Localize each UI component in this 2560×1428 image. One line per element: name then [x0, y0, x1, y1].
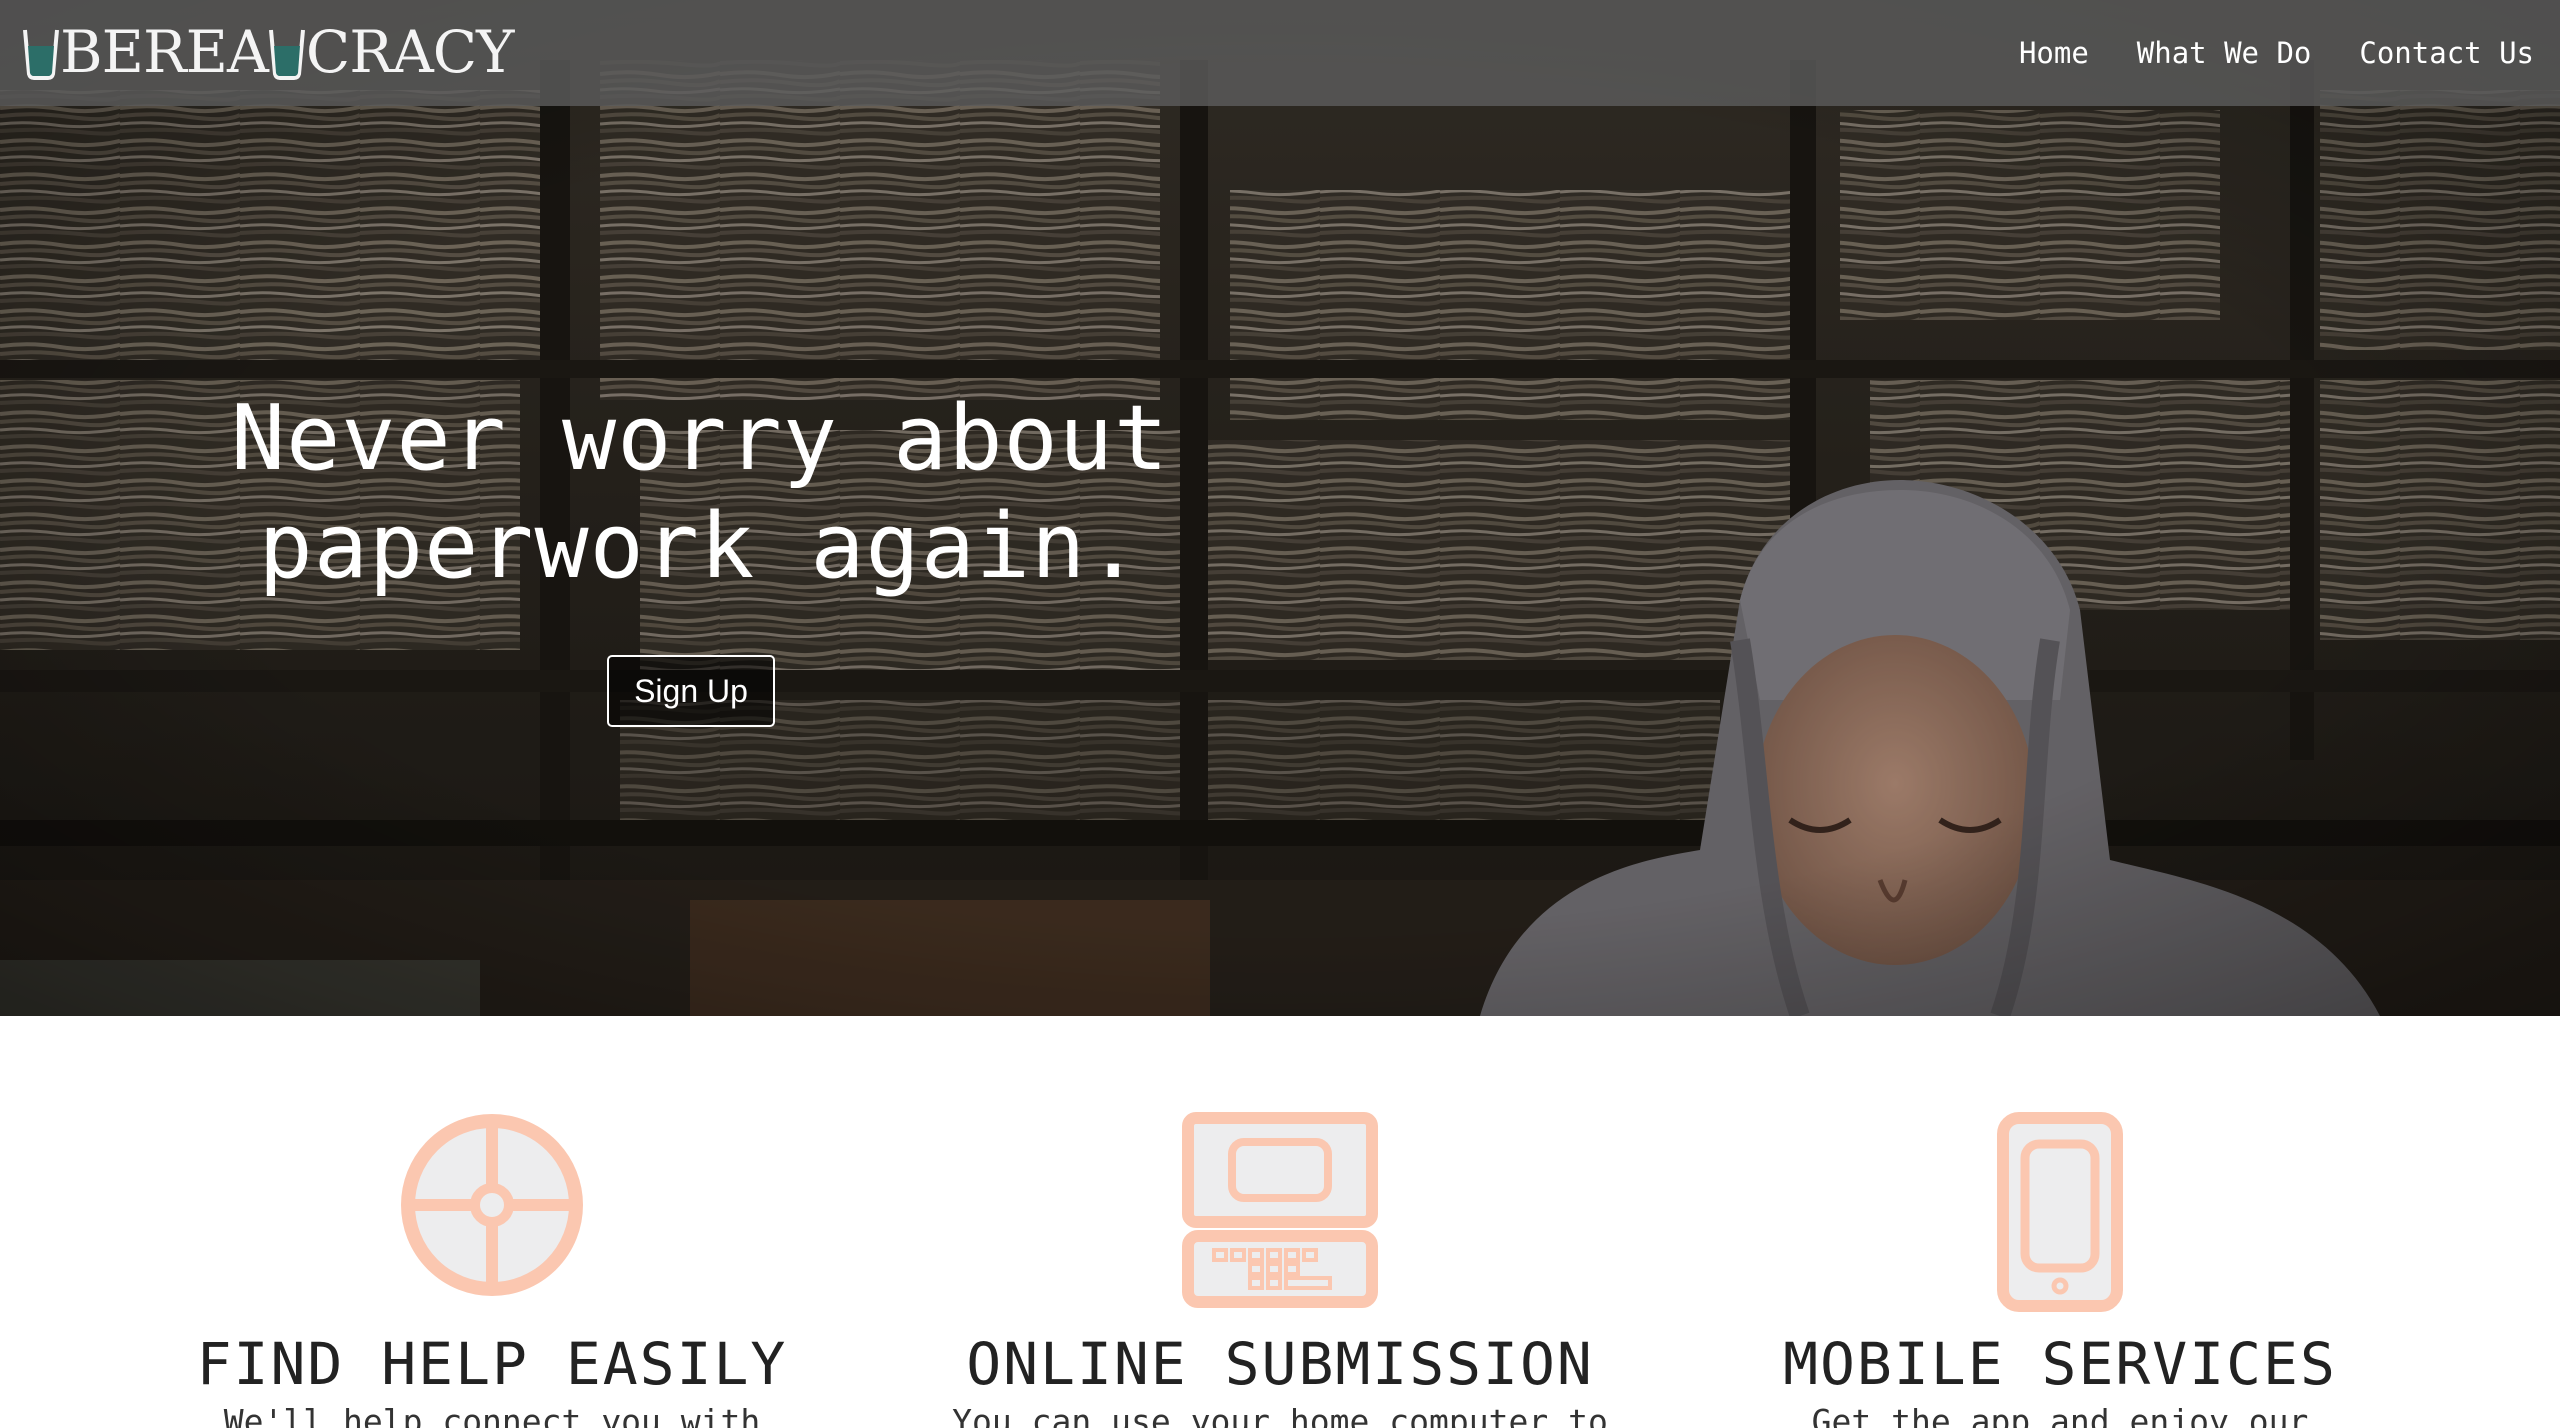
feature-title: MOBILE SERVICES — [1783, 1330, 2337, 1398]
feature-title: FIND HELP EASILY — [196, 1330, 788, 1398]
computer-icon — [1182, 1112, 1378, 1308]
nav-what-we-do-link[interactable]: What We Do — [2137, 36, 2312, 70]
coffee-cup-icon — [268, 26, 306, 80]
brand-text-middle: BEREA — [60, 18, 269, 86]
brand-text-end: CRACY — [305, 18, 515, 86]
sign-up-button[interactable]: Sign Up — [607, 655, 775, 727]
brand-logo[interactable]: BEREA CRACY — [22, 12, 515, 92]
nav-contact-us-link[interactable]: Contact Us — [2359, 36, 2534, 70]
coffee-cup-icon — [22, 26, 60, 80]
hero-headline-line2: paperwork again. — [258, 494, 1142, 599]
feature-description: We'll help connect you with — [223, 1402, 761, 1428]
feature-description: You can use your home computer to — [952, 1402, 1608, 1428]
feature-title: ONLINE SUBMISSION — [966, 1330, 1594, 1398]
mobile-icon — [1997, 1112, 2123, 1312]
hero-headline-line1: Never worry about — [230, 386, 1170, 491]
nav-home-link[interactable]: Home — [2019, 36, 2089, 70]
main-nav: Home What We Do Contact Us — [2019, 30, 2534, 76]
features-section: FIND HELP EASILY We'll help connect you … — [0, 1016, 2560, 1428]
hero-headline: Never worry about paperwork again. — [200, 385, 1200, 601]
crosshair-icon — [401, 1114, 583, 1296]
feature-description: Get the app and enjoy our — [1811, 1402, 2309, 1428]
top-navbar: BEREA CRACY Home What We Do Contact Us — [0, 0, 2560, 106]
hero-section: Never worry about paperwork again. Sign … — [0, 0, 2560, 1016]
